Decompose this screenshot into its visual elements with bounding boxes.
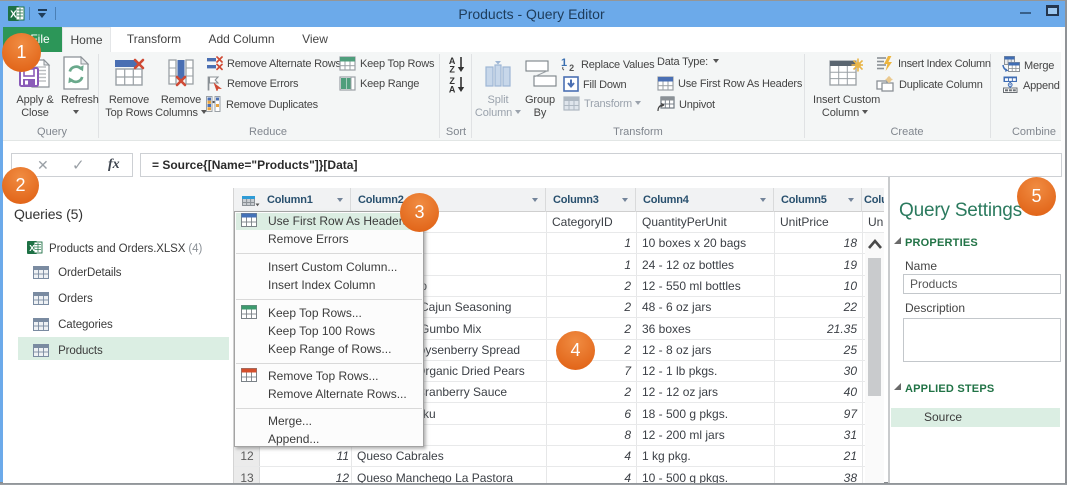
svg-text:2: 2 [569, 63, 574, 72]
svg-text:Z: Z [449, 65, 455, 74]
svg-text:A: A [449, 85, 456, 94]
svg-text:X: X [29, 243, 35, 253]
svg-text:1: 1 [561, 57, 567, 69]
svg-text:X: X [10, 10, 17, 21]
